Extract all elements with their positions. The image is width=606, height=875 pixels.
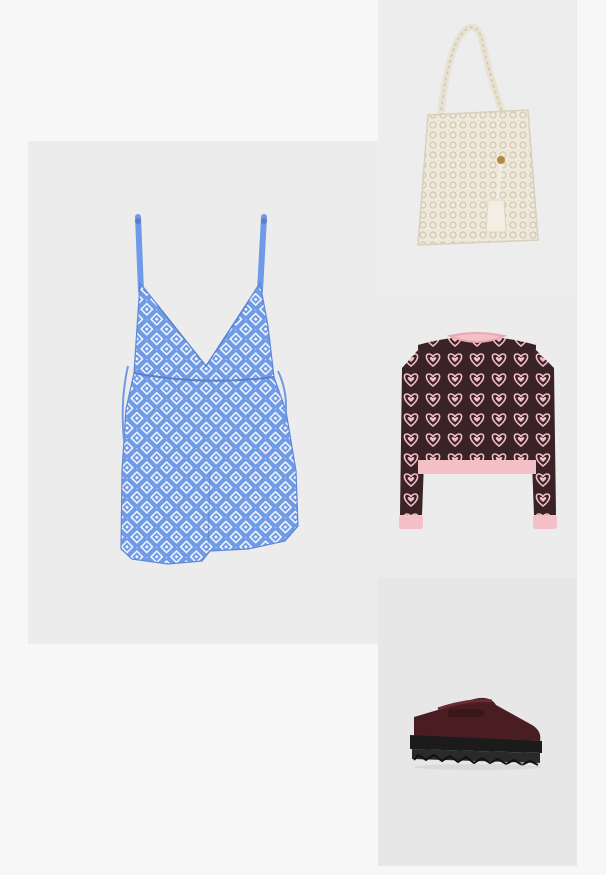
romper-image — [120, 214, 299, 565]
romper-card[interactable] — [28, 141, 378, 644]
sweater-card[interactable] — [378, 290, 577, 577]
tote-bag-image — [417, 23, 539, 246]
loafer-card[interactable] — [378, 577, 577, 866]
loafer-image — [410, 697, 542, 770]
sweater-image — [399, 332, 557, 529]
tote-bag-card[interactable] — [378, 0, 577, 290]
